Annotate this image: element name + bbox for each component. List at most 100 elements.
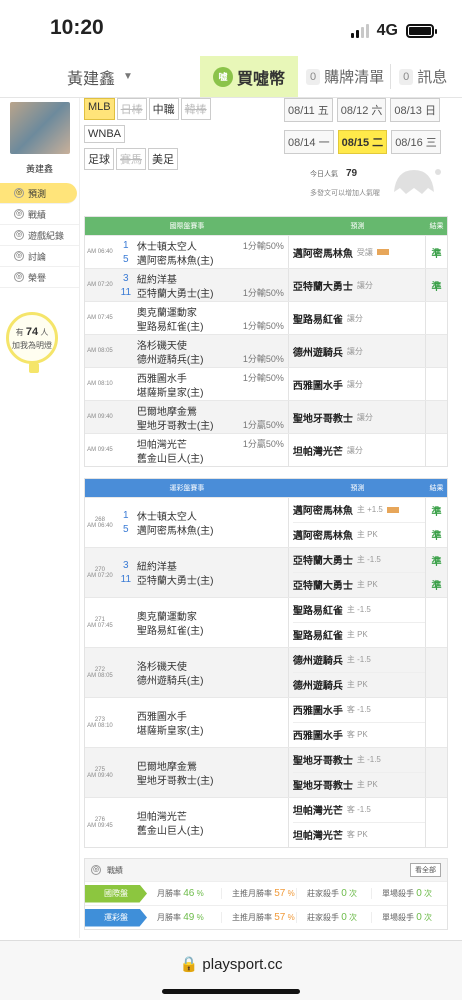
league-kbo[interactable]: 韓棒: [180, 98, 211, 120]
prediction-cell[interactable]: 聖路易紅雀 讓分: [289, 302, 427, 334]
team-line: 聖地牙哥教士(主) 1分贏50%: [115, 417, 288, 432]
record-stat: 莊家殺手 0 次: [297, 888, 372, 899]
record-tag: 運彩盤: [85, 908, 147, 927]
team-name: 休士頓太空人: [136, 512, 197, 523]
team-name: 坦帕灣光芒: [136, 439, 187, 451]
follow-bulb[interactable]: 有 74 人 加我為明燈: [6, 312, 58, 373]
team-number: 5: [123, 253, 129, 265]
team-name: 舊金山巨人(主): [136, 826, 204, 837]
prediction-cell[interactable]: 西雅圖水手 讓分: [289, 368, 427, 400]
result-cell: [426, 648, 447, 697]
league-wnba[interactable]: WNBA: [84, 125, 125, 143]
result-cell: 準: [426, 269, 447, 301]
prediction-cell[interactable]: 坦帕灣光芒 讓分: [289, 434, 427, 466]
buy-coin-button[interactable]: 嘘 買噓幣: [200, 56, 298, 97]
game-time: 276 AM 09:45: [85, 798, 115, 847]
stat-value: 0: [341, 912, 347, 923]
prediction-line: 聖路易紅雀主 PK: [293, 623, 425, 647]
prediction-line: 亞特蘭大勇士主 PK: [293, 573, 425, 597]
table-row: AM 08:05 洛杉磯天使 德州遊騎兵(主) 1分輸50% 德州遊騎兵 讓分: [85, 334, 447, 367]
prediction-cell[interactable]: 坦帕灣光芒客 -1.5 坦帕灣光芒客 PK: [289, 798, 427, 847]
purchase-list-link[interactable]: 0 購牌清單: [298, 56, 384, 97]
prediction-line: 德州遊騎兵主 PK: [293, 673, 425, 697]
team-name: 邁阿密馬林魚(主): [136, 255, 214, 267]
league-soccer[interactable]: 足球: [84, 148, 114, 170]
message-link[interactable]: 0 訊息: [391, 56, 447, 97]
result-mark: 準: [431, 248, 442, 260]
date-tab[interactable]: 08/11 五: [284, 98, 333, 122]
prediction-line: 邁阿密馬林魚主 +1.5: [292, 498, 426, 523]
side-item-label: 預測: [28, 188, 47, 199]
prediction-cell[interactable]: 邁阿密馬林魚 受讓: [289, 236, 427, 268]
avatar[interactable]: [10, 102, 70, 154]
table-row: AM 07:20 3 紐約洋基 11 亞特蘭大勇士(主) 1分輸50% 亞特蘭大勇士 讓分準: [85, 268, 447, 301]
prediction-cell[interactable]: 聖路易紅雀主 -1.5 聖路易紅雀主 PK: [289, 598, 427, 647]
side-item-honor[interactable]: ◎ 榮譽: [0, 267, 79, 288]
prediction-line: 德州遊騎兵主 -1.5: [292, 648, 426, 673]
user-menu[interactable]: 黃建鑫 ▼: [0, 56, 200, 97]
team-name: 奧克蘭運動家: [136, 307, 197, 319]
record-row: 運彩盤 月勝率 49 % 主推月勝率 57 % 莊家殺手 0 次單場殺手 0 次: [85, 905, 447, 929]
team-name: 巴爾地摩金鶯: [136, 762, 197, 773]
side-item-discussion[interactable]: ◎ 討論: [0, 246, 79, 267]
prediction-cell[interactable]: 德州遊騎兵 讓分: [289, 335, 427, 367]
game-time-text: AM 08:10: [87, 722, 113, 729]
league-npb[interactable]: 日棒: [116, 98, 147, 120]
stat-unit: 次: [424, 889, 433, 898]
side-item-record[interactable]: ◎ 戰績: [0, 204, 79, 225]
team-line: 11 亞特蘭大勇士(主) 1分輸50%: [115, 285, 288, 300]
date-tab-selected[interactable]: 08/15 二: [337, 130, 388, 154]
game-time-text: AM 09:40: [87, 772, 113, 779]
prediction-note: 讓分: [346, 379, 363, 389]
team-name: 舊金山巨人(主): [136, 453, 204, 465]
date-tab[interactable]: 08/12 六: [336, 98, 387, 122]
side-item-game-log[interactable]: ◎ 遊戲紀錄: [0, 225, 79, 246]
prediction-cell[interactable]: 德州遊騎兵主 -1.5 德州遊騎兵主 PK: [289, 648, 427, 697]
stat-unit: %: [287, 889, 295, 898]
team-line: 聖地牙哥教士(主): [115, 773, 288, 787]
stat-label: 單場殺手: [382, 913, 414, 922]
game-teams: 西雅圖水手 1分輸50% 堪薩斯皇家(主): [115, 368, 289, 400]
predicted-team: 聖地牙哥教士: [292, 413, 353, 425]
popularity-hint: 多發文可以增加人氣喔: [310, 190, 380, 197]
prediction-note: 主 -1.5: [346, 655, 371, 665]
prediction-cell[interactable]: 聖地牙哥教士 讓分: [289, 401, 427, 433]
url-bar[interactable]: 🔒 playsport.cc: [0, 955, 462, 973]
prediction-cell[interactable]: 邁阿密馬林魚主 +1.5 邁阿密馬林魚主 PK: [289, 498, 427, 547]
prediction-note: 讓分: [346, 445, 363, 455]
team-line: 聖路易紅雀(主) 1分輸50%: [115, 318, 288, 333]
game-teams: 坦帕灣光芒 1分贏50% 舊金山巨人(主): [115, 434, 289, 466]
view-all-button[interactable]: 看全部: [410, 863, 441, 877]
prediction-note: 主 -1.5: [356, 555, 381, 565]
prediction-cell[interactable]: 聖地牙哥教士主 -1.5 聖地牙哥教士主 PK: [289, 748, 427, 797]
game-teams: 坦帕灣光芒 舊金山巨人(主): [115, 798, 289, 847]
date-tab[interactable]: 08/13 日: [390, 98, 440, 122]
coin-icon: 嘘: [212, 66, 233, 87]
prediction-cell[interactable]: 西雅圖水手客 -1.5 西雅圖水手客 PK: [289, 698, 427, 747]
league-mlb[interactable]: MLB: [84, 98, 115, 120]
team-number: 3: [123, 272, 129, 284]
stat-label: 主推月勝率: [232, 913, 272, 922]
team-line: 坦帕灣光芒 1分贏50%: [115, 436, 288, 451]
team-name: 西雅圖水手: [136, 373, 187, 385]
side-item-predict[interactable]: ◎ 預測: [0, 183, 77, 204]
team-number: 3: [123, 560, 129, 571]
side-item-label: 戰績: [28, 209, 47, 220]
date-tab[interactable]: 08/14 一: [284, 130, 334, 154]
league-nfl[interactable]: 美足: [148, 148, 178, 170]
team-name: 邁阿密馬林魚(主): [136, 526, 214, 537]
prediction-line: 西雅圖水手 讓分: [293, 372, 425, 397]
date-tabs: 08/11 五 08/12 六 08/13 日 08/14 一 08/15 二 …: [284, 98, 450, 162]
game-time: AM 06:40: [87, 249, 113, 255]
browser-bar: 🔒 playsport.cc: [0, 940, 462, 1000]
prediction-cell[interactable]: 亞特蘭大勇士 讓分: [289, 269, 427, 301]
team-line: 1 休士頓太空人 1分輸50%: [115, 238, 288, 253]
result-mark: 準: [431, 556, 442, 568]
league-horse[interactable]: 賽馬: [116, 148, 146, 170]
game-teams: 西雅圖水手 堪薩斯皇家(主): [115, 698, 289, 747]
game-time: AM 07:20: [87, 282, 113, 288]
prediction-cell[interactable]: 亞特蘭大勇士主 -1.5 亞特蘭大勇士主 PK: [289, 548, 427, 597]
league-cpbl[interactable]: 中職: [148, 98, 179, 120]
date-tab[interactable]: 08/16 三: [391, 130, 441, 154]
stat-label: 月勝率: [157, 913, 181, 922]
